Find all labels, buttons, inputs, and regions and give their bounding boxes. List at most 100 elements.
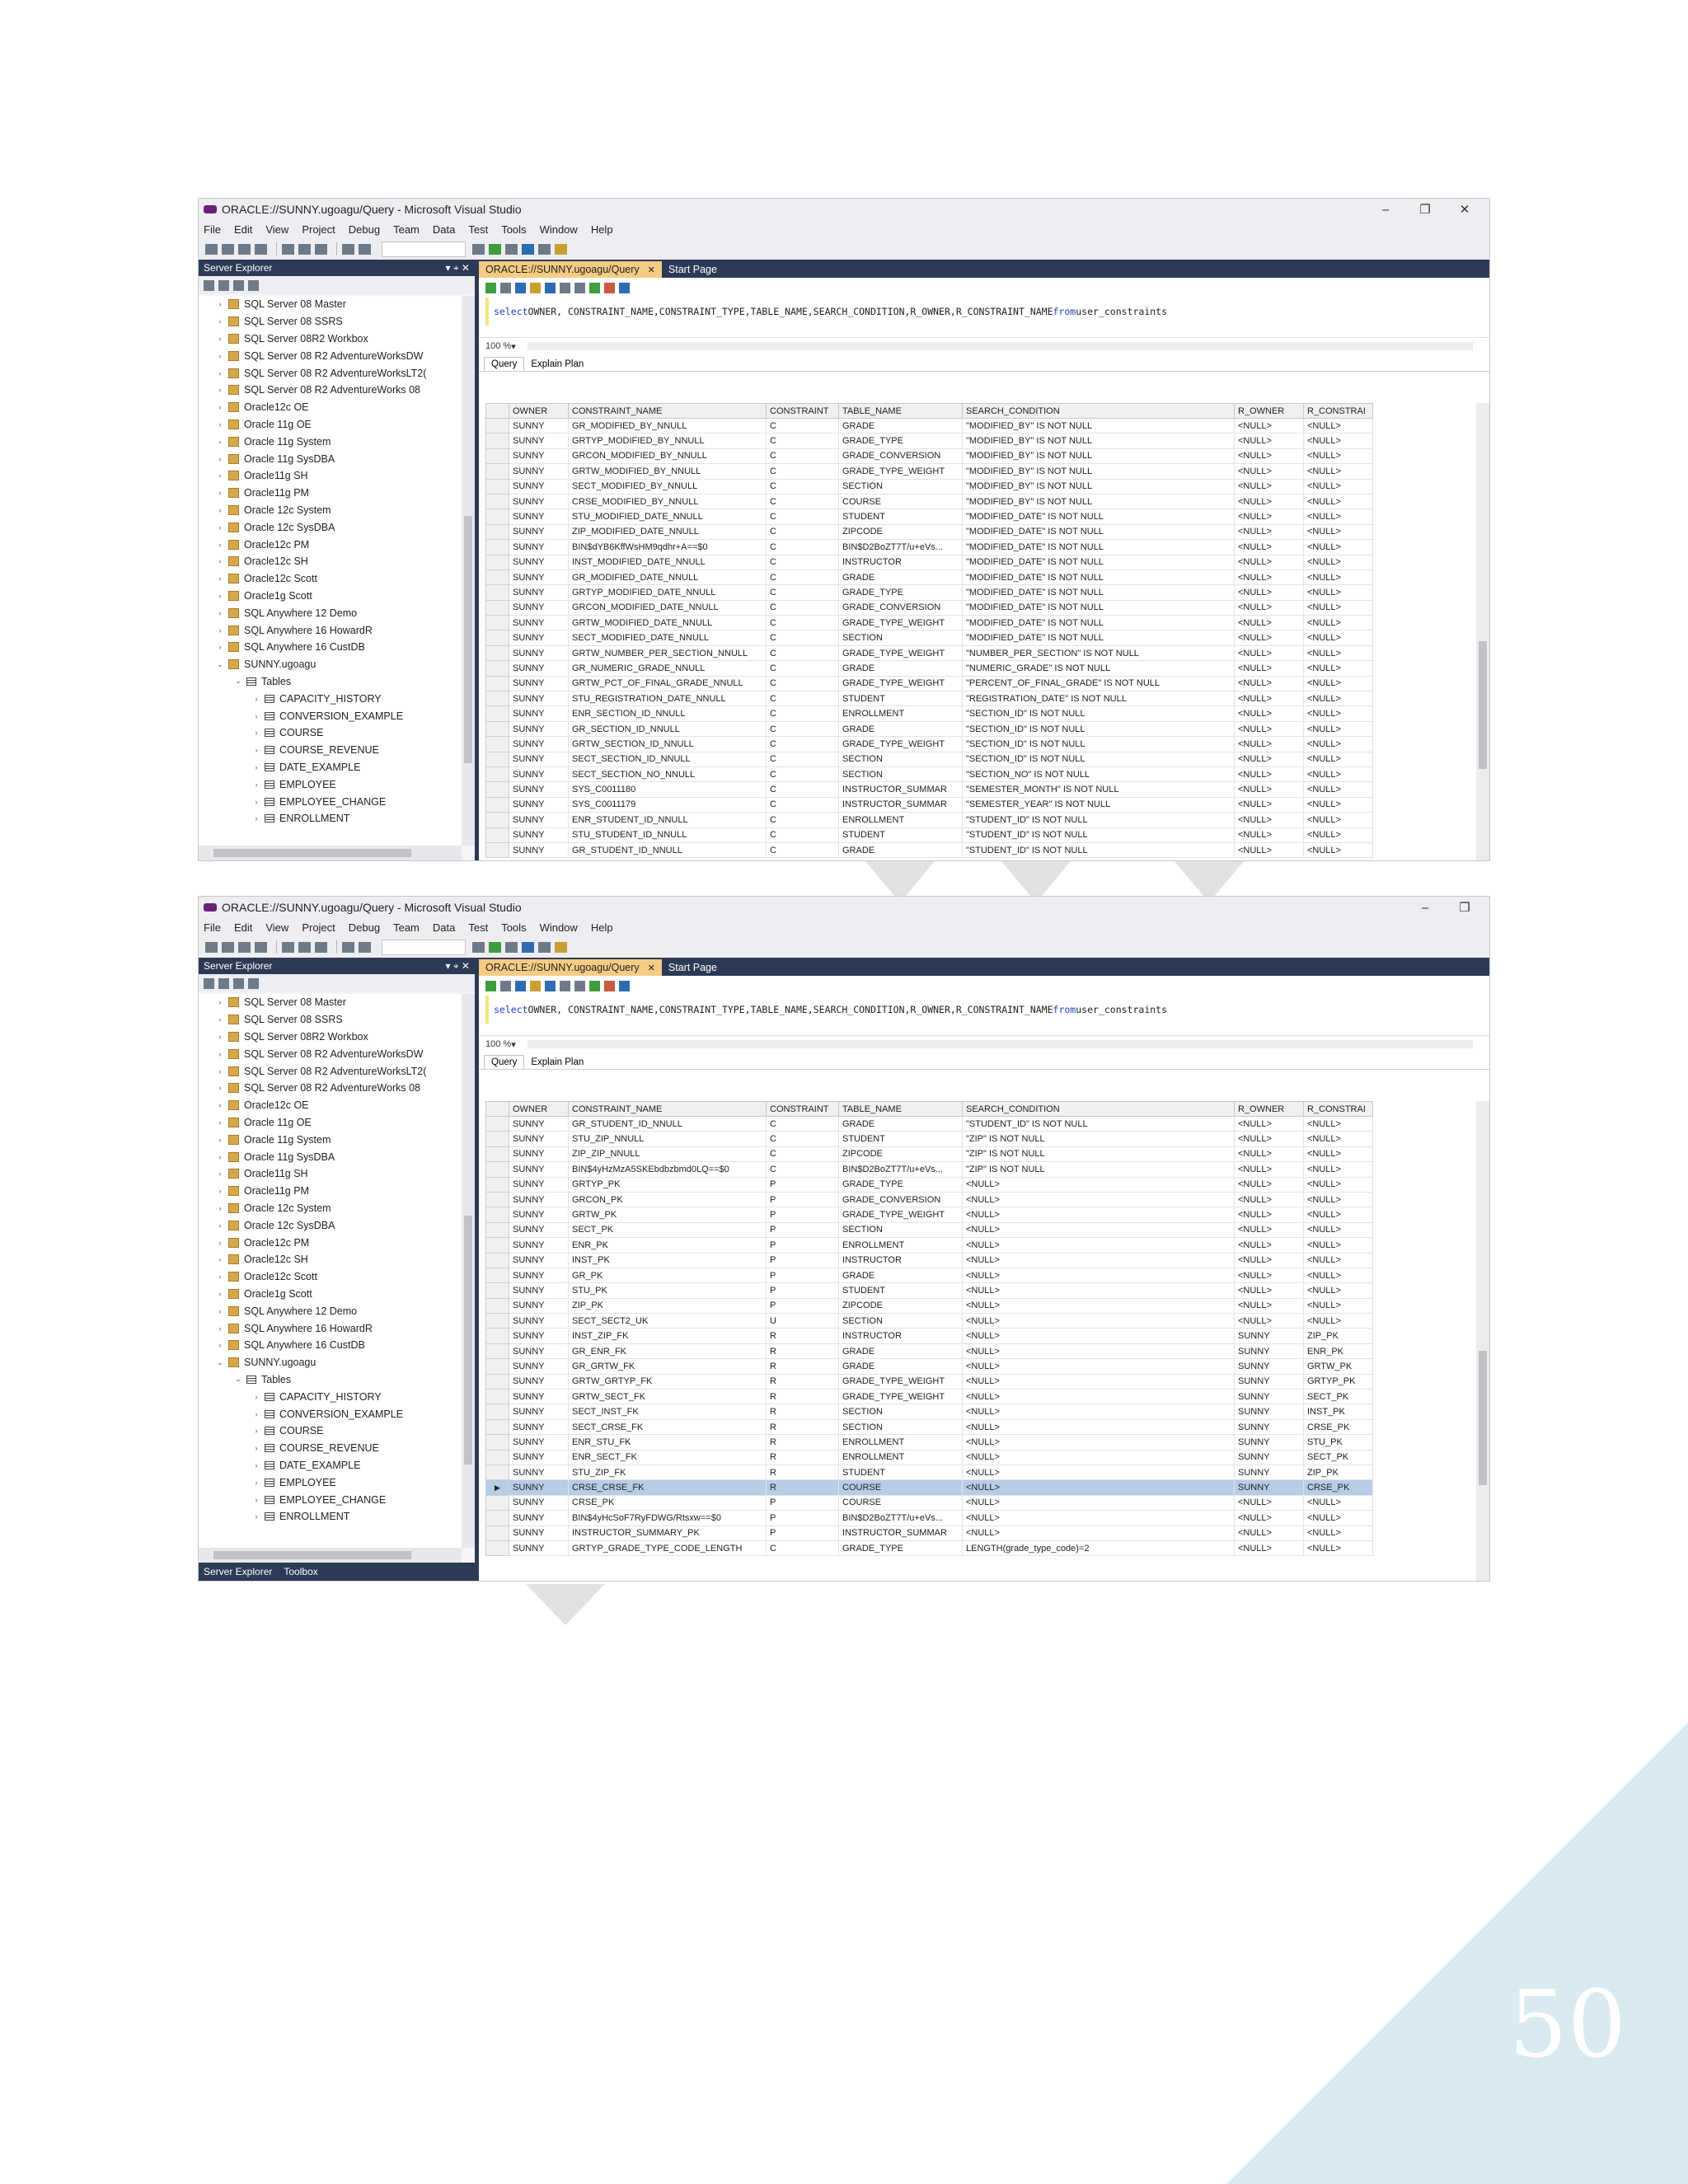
table-row[interactable]: SUNNY ENR_PK P ENROLLMENT <NULL> <NULL> <NULL>: [485, 1237, 1373, 1254]
menu-item-edit[interactable]: Edit: [234, 223, 252, 236]
table-cell[interactable]: "SEMESTER_MONTH" IS NOT NULL: [962, 781, 1235, 798]
table-cell[interactable]: <NULL>: [1234, 478, 1304, 494]
table-cell[interactable]: C: [766, 463, 839, 480]
table-cell[interactable]: SUNNY: [509, 554, 569, 570]
table-row[interactable]: SUNNY ENR_STUDENT_ID_NNULL C ENROLLMENT "STU…: [485, 812, 1373, 828]
row-selector[interactable]: [485, 781, 509, 798]
table-cell[interactable]: CRSE_PK: [1303, 1479, 1373, 1496]
table-cell[interactable]: <NULL>: [1303, 1494, 1373, 1511]
undo-icon[interactable]: [342, 243, 354, 255]
column-header[interactable]: CONSTRAINT_NAME: [568, 403, 767, 419]
table-cell[interactable]: GR_PK: [568, 1267, 767, 1284]
tree-item-table[interactable]: › EMPLOYEE: [199, 1474, 462, 1491]
table-cell[interactable]: <NULL>: [1303, 1282, 1373, 1299]
table-cell[interactable]: COURSE: [838, 1479, 963, 1496]
table-cell[interactable]: <NULL>: [1303, 644, 1373, 662]
menu-item-data[interactable]: Data: [433, 921, 455, 934]
table-cell[interactable]: <NULL>: [1303, 1131, 1373, 1147]
table-cell[interactable]: GRADE: [838, 1267, 963, 1284]
tree-item-table[interactable]: › COURSE: [199, 724, 462, 742]
row-selector[interactable]: [485, 691, 509, 707]
cut-icon[interactable]: [282, 941, 294, 953]
table-row[interactable]: SUNNY BIN$4yHzMzA5SKEbdbzbmd0LQ==$0 C BIN$D…: [485, 1161, 1373, 1178]
table-cell[interactable]: BIN$D2BoZT7T/u+eVs...: [838, 539, 963, 555]
tree-item-database[interactable]: › SQL Anywhere 16 CustDB: [199, 639, 462, 656]
row-selector[interactable]: [485, 1221, 509, 1239]
row-selector[interactable]: [485, 1115, 509, 1132]
table-cell[interactable]: <NULL>: [1303, 433, 1373, 449]
row-selector[interactable]: [485, 433, 509, 449]
table-row[interactable]: SUNNY SECT_CRSE_FK R SECTION <NULL> SUNNY CRSE…: [485, 1418, 1373, 1436]
tree-item-database[interactable]: ⌄ SUNNY.ugoagu: [199, 1354, 462, 1371]
expand-arrow-icon[interactable]: ›: [215, 557, 225, 565]
table-cell[interactable]: R: [766, 1434, 839, 1451]
tree-item-database[interactable]: › Oracle12c PM: [199, 536, 462, 553]
results-vertical-scrollbar[interactable]: [1476, 1101, 1489, 1581]
table-cell[interactable]: GRCON_MODIFIED_DATE_NNULL: [568, 599, 767, 616]
scrollbar-thumb[interactable]: [213, 849, 411, 857]
table-cell[interactable]: GRTYP_MODIFIED_BY_NNULL: [568, 433, 767, 449]
table-cell[interactable]: SUNNY: [509, 1131, 569, 1147]
table-cell[interactable]: COURSE: [838, 493, 963, 510]
tree-item-database[interactable]: › Oracle 12c System: [199, 1200, 462, 1217]
table-cell[interactable]: ENR_PK: [1303, 1343, 1373, 1360]
table-cell[interactable]: <NULL>: [1303, 827, 1373, 843]
table-cell[interactable]: "MODIFIED_BY" IS NOT NULL: [962, 448, 1235, 465]
expand-arrow-icon[interactable]: ›: [215, 1084, 225, 1092]
table-cell[interactable]: STUDENT: [838, 1464, 963, 1481]
table-cell[interactable]: SUNNY: [509, 1207, 569, 1223]
table-cell[interactable]: GR_STUDENT_ID_NNULL: [568, 841, 767, 859]
row-selector[interactable]: [485, 751, 509, 767]
column-header[interactable]: CONSTRAINT_NAME: [568, 1101, 767, 1117]
table-cell[interactable]: <NULL>: [1303, 720, 1373, 738]
table-cell[interactable]: SUNNY: [1234, 1404, 1304, 1420]
table-cell[interactable]: SUNNY: [509, 1494, 569, 1511]
table-row[interactable]: SUNNY ZIP_ZIP_NNULL C ZIPCODE "ZIP" IS NOT N…: [485, 1146, 1373, 1163]
table-cell[interactable]: <NULL>: [1234, 539, 1304, 555]
expand-arrow-icon[interactable]: ›: [215, 317, 225, 326]
menu-item-window[interactable]: Window: [540, 921, 578, 934]
table-cell[interactable]: <NULL>: [1303, 493, 1373, 510]
table-cell[interactable]: SUNNY: [1234, 1373, 1304, 1390]
row-selector[interactable]: [485, 812, 509, 828]
paste-icon[interactable]: [315, 941, 327, 953]
table-row[interactable]: SUNNY STU_MODIFIED_DATE_NNULL C STUDENT "MOD…: [485, 509, 1373, 525]
table-cell[interactable]: STUDENT: [838, 1282, 963, 1299]
table-cell[interactable]: SECT_MODIFIED_DATE_NNULL: [568, 630, 767, 646]
tree-item-database[interactable]: › Oracle12c Scott: [199, 570, 462, 588]
menu-item-debug[interactable]: Debug: [349, 921, 380, 934]
table-cell[interactable]: <NULL>: [1303, 554, 1373, 570]
table-cell[interactable]: "SECTION_ID" IS NOT NULL: [962, 736, 1235, 752]
row-selector[interactable]: [485, 1434, 509, 1451]
table-cell[interactable]: SECTION: [838, 630, 963, 646]
table-cell[interactable]: <NULL>: [1303, 1237, 1373, 1254]
table-cell[interactable]: STU_ZIP_FK: [568, 1464, 767, 1481]
menu-item-window[interactable]: Window: [540, 223, 578, 236]
table-cell[interactable]: SECT_PK: [568, 1221, 767, 1239]
table-cell[interactable]: SUNNY: [509, 1328, 569, 1344]
tree-item-database[interactable]: › Oracle 12c SysDBA: [199, 1216, 462, 1234]
expand-arrow-icon[interactable]: ›: [251, 1393, 261, 1401]
table-cell[interactable]: STU_PK: [568, 1282, 767, 1299]
table-cell[interactable]: SECT_PK: [1303, 1449, 1373, 1465]
table-row[interactable]: SUNNY ENR_SECT_FK R ENROLLMENT <NULL> SUNNY SE…: [485, 1449, 1373, 1465]
table-cell[interactable]: C: [766, 1115, 839, 1132]
tree-item-database[interactable]: › SQL Anywhere 12 Demo: [199, 604, 462, 621]
tree-item-database[interactable]: › Oracle12c Scott: [199, 1268, 462, 1286]
table-row[interactable]: SUNNY ENR_STU_FK R ENROLLMENT <NULL> SUNNY STU…: [485, 1434, 1373, 1451]
table-cell[interactable]: "ZIP" IS NOT NULL: [962, 1161, 1235, 1178]
table-cell[interactable]: "STUDENT_ID" IS NOT NULL: [962, 827, 1235, 843]
tree-item-table[interactable]: › EMPLOYEE_CHANGE: [199, 1491, 462, 1508]
table-cell[interactable]: SUNNY: [509, 766, 569, 783]
tree-item-database[interactable]: › SQL Server 08 R2 AdventureWorksDW: [199, 347, 462, 364]
scrollbar-thumb[interactable]: [1479, 640, 1487, 769]
table-cell[interactable]: SUNNY: [509, 1525, 569, 1541]
collapse-arrow-icon[interactable]: ⌄: [215, 1358, 225, 1367]
table-cell[interactable]: <NULL>: [1234, 615, 1304, 631]
connect-to-server-icon[interactable]: [248, 977, 259, 989]
table-cell[interactable]: INSTRUCTOR: [838, 1328, 963, 1344]
row-selector[interactable]: [485, 675, 509, 692]
restore-icon[interactable]: ❐: [1445, 900, 1484, 915]
table-cell[interactable]: C: [766, 569, 839, 586]
table-cell[interactable]: SUNNY: [1234, 1358, 1304, 1375]
